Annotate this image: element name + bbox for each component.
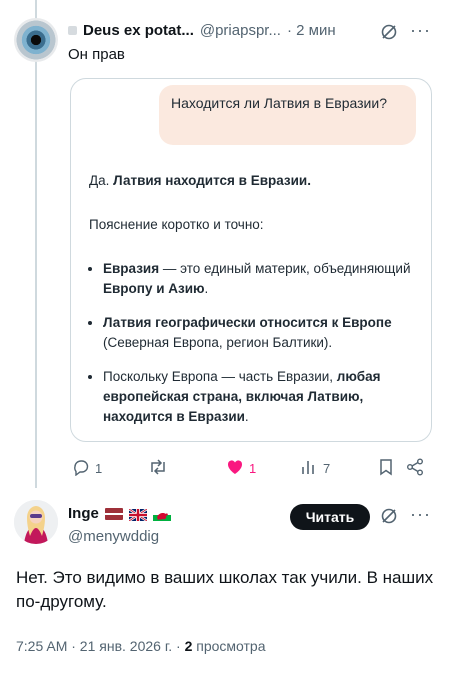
list-item: Поскольку Европа — часть Евразии, любая … (103, 367, 419, 427)
like-button[interactable]: 1 (226, 458, 256, 479)
retweet-button[interactable] (148, 458, 173, 479)
author-badge-icon (68, 26, 77, 35)
reply-button[interactable]: 1 (72, 458, 102, 479)
tweet-timestamp[interactable]: 7:25 AM · 21 янв. 2026 г. · (16, 638, 185, 654)
tweet-time[interactable]: · 2 мин (287, 22, 336, 39)
share-button[interactable] (406, 458, 424, 479)
avatar[interactable] (14, 18, 58, 62)
author-name[interactable]: Inge (68, 505, 99, 522)
author-handle[interactable]: @menywddig (68, 528, 159, 545)
answer-intro: Пояснение коротко и точно: (89, 217, 264, 232)
question-bubble: Находится ли Латвия в Евразии? (159, 85, 416, 145)
bookmark-icon (378, 458, 394, 479)
tweet-meta: 7:25 AM · 21 янв. 2026 г. · 2 просмотра (16, 638, 266, 654)
avatar[interactable] (14, 500, 58, 544)
tweet-text: Он прав (68, 46, 125, 63)
list-item: Евразия — это единый материк, объединяющ… (103, 259, 419, 299)
reply-count: 1 (95, 461, 103, 476)
share-icon (406, 458, 424, 479)
list-item: Латвия географически относится к Европе … (103, 313, 419, 353)
heart-icon (226, 458, 244, 479)
views-count: 7 (323, 461, 331, 476)
answer-text: Да. Латвия находится в Евразии. Пояснени… (89, 171, 419, 441)
answer-line1: Да. Латвия находится в Евразии. (89, 173, 311, 188)
views-icon (300, 458, 318, 479)
tweet-text: Нет. Это видимо в ваших школах так учили… (16, 568, 434, 611)
views-label: просмотра (192, 638, 266, 654)
latvia-flag-icon (104, 507, 123, 520)
views-button[interactable]: 7 (300, 458, 330, 479)
uk-flag-icon (128, 507, 148, 522)
grok-icon[interactable] (380, 507, 398, 530)
author-name[interactable]: Deus ex potat... (83, 22, 194, 39)
more-icon[interactable]: ··· (410, 20, 431, 41)
tweet-header: Inge (68, 505, 171, 522)
retweet-icon (148, 458, 168, 479)
follow-button[interactable]: Читать (290, 504, 370, 530)
bookmark-button[interactable] (378, 458, 394, 479)
like-count: 1 (249, 461, 257, 476)
author-handle[interactable]: @priapspr... (200, 22, 281, 39)
wales-flag-icon (152, 508, 171, 521)
reply-icon (72, 458, 90, 479)
answer-list: Евразия — это единый материк, объединяющ… (89, 259, 419, 427)
more-icon[interactable]: ··· (410, 504, 431, 525)
grok-icon[interactable] (380, 23, 398, 46)
tweet-header: Deus ex potat... @priapspr... · 2 мин (68, 22, 336, 39)
embedded-screenshot-card[interactable]: Находится ли Латвия в Евразии? Да. Латви… (70, 78, 432, 442)
action-bar: 1 1 7 (72, 456, 444, 480)
thread-line (35, 0, 37, 488)
